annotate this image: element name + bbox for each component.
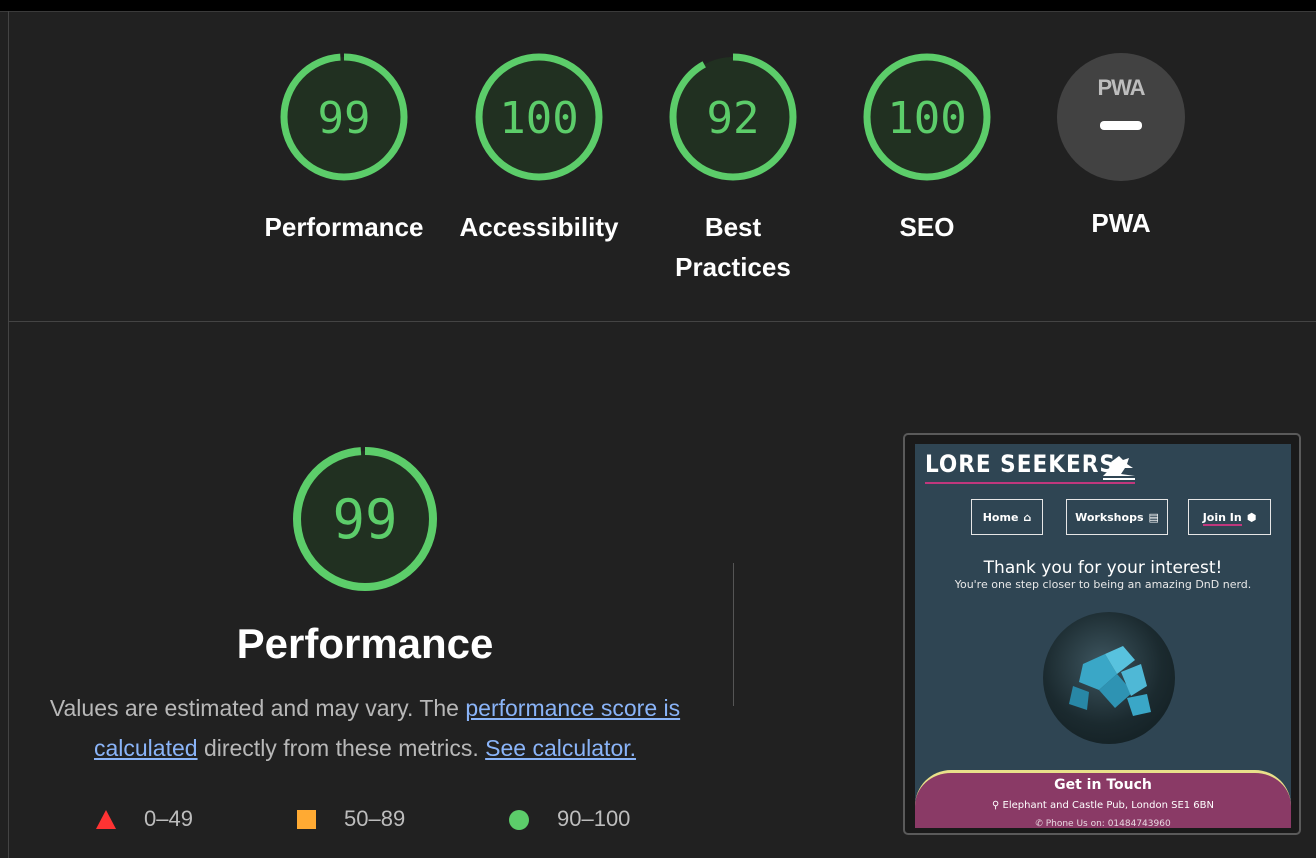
final-screenshot: LORE SEEKERS Home ⌂ Workshops ▤ Join In ⬢ T… [915,444,1291,828]
desc-prefix: Values are estimated and may vary. The [49,695,466,721]
best-practices-label-line2: Practices [675,252,791,282]
pwa-badge-text: PWA [1097,75,1145,100]
accessibility-label: Accessibility [459,212,619,242]
top-bar [0,0,1316,12]
dice-illustration [1069,646,1151,716]
book-icon: ▤ [1148,511,1159,524]
category-performance[interactable]: 99 Performance [254,51,434,247]
performance-gauge: 99 [280,53,408,181]
performance-big-score: 99 [332,488,397,551]
performance-score: 99 [318,93,371,144]
nav-join-label: Join In [1202,511,1242,526]
map-pin-icon: ⚲ [992,800,1003,811]
accessibility-score: 100 [499,93,578,144]
thank-you-subheading: You're one step closer to being an amazi… [954,578,1252,591]
footer: Get in Touch ⚲ Elephant and Castle Pub, … [915,770,1291,828]
performance-title: Performance [236,620,494,667]
pwa-label: PWA [1091,208,1151,238]
category-best-practices[interactable]: 92 Best Practices [643,51,823,287]
nav-home-label: Home [982,511,1019,524]
nav-workshops-button: Workshops ▤ [1066,499,1168,535]
circle-icon [509,810,529,830]
best-practices-score: 92 [707,93,760,144]
category-pwa[interactable]: PWA PWA [1031,53,1211,243]
triangle-icon [96,810,116,829]
desc-mid: directly from these metrics. [197,735,486,761]
d20-icon: ⬢ [1246,511,1257,524]
final-screenshot-frame[interactable]: LORE SEEKERS Home ⌂ Workshops ▤ Join In ⬢ T… [903,433,1301,835]
phone-icon: ✆ [1035,819,1046,828]
category-seo[interactable]: 100 SEO [837,51,1017,247]
footer-address-text: Elephant and Castle Pub, London SE1 6BN [1002,800,1214,811]
nav-home-button: Home ⌂ [971,499,1043,535]
best-practices-gauge: 92 [669,53,797,181]
performance-big-gauge: 99 [293,447,437,591]
seo-gauge: 100 [863,53,991,181]
thank-you-heading: Thank you for your interest! [983,558,1223,578]
performance-label: Performance [264,212,424,242]
accessibility-gauge: 100 [475,53,603,181]
footer-phone: ✆ Phone Us on: 01484743960 [915,819,1291,828]
dice-image [1043,612,1175,744]
brand-title: LORE SEEKERS [925,450,1116,478]
seo-label: SEO [899,212,955,242]
category-accessibility[interactable]: 100 Accessibility [449,51,629,247]
legend-fail-range: 0–49 [144,806,193,831]
vertical-divider [733,563,734,706]
seo-score: 100 [887,93,966,144]
dragon-logo-icon [1103,456,1135,480]
footer-title: Get in Touch [1054,777,1152,793]
footer-phone-text: Phone Us on: 01484743960 [1045,819,1171,828]
left-border [8,11,9,858]
nav-join-button: Join In ⬢ [1188,499,1271,535]
footer-address: ⚲ Elephant and Castle Pub, London SE1 6B… [915,800,1291,811]
nav-workshops-label: Workshops [1075,511,1144,524]
legend-average-range: 50–89 [344,806,406,831]
home-icon: ⌂ [1023,511,1032,524]
dash-icon [1100,121,1142,130]
brand-underline [925,482,1135,484]
see-calculator-link[interactable]: See calculator. [485,735,636,761]
performance-description: Values are estimated and may vary. The p… [40,688,690,768]
section-divider [9,321,1316,322]
legend-pass-range: 90–100 [557,806,631,831]
pwa-badge: PWA [1057,53,1185,181]
best-practices-label: Best Practices [643,207,823,287]
best-practices-label-line1: Best [704,212,762,242]
square-icon [297,810,316,829]
